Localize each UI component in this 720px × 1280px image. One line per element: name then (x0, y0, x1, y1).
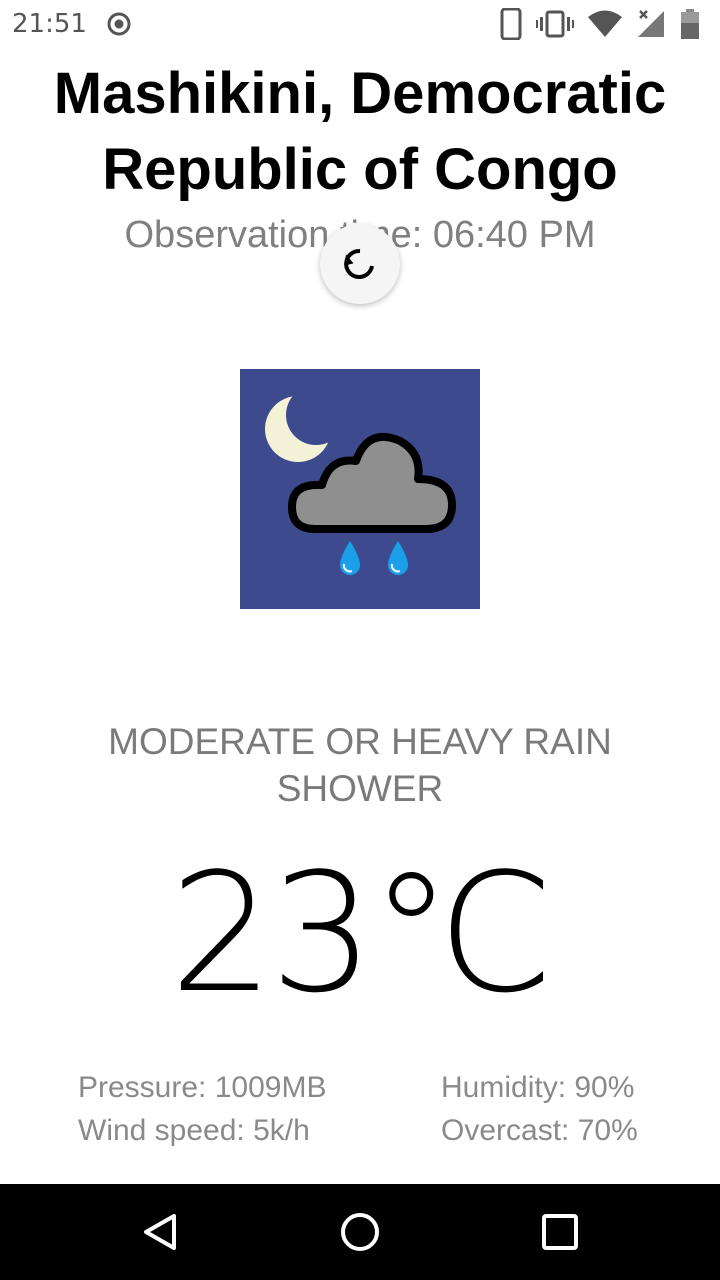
phone-icon (500, 8, 522, 40)
status-time: 21:51 (12, 9, 87, 39)
record-icon (107, 12, 131, 36)
refresh-icon (344, 248, 374, 279)
wind-speed: Wind speed: 5k/h (78, 1114, 310, 1147)
refresh-button[interactable] (320, 224, 400, 304)
humidity: Humidity: 90% (441, 1071, 635, 1104)
signal-icon (638, 10, 664, 37)
overcast: Overcast: 70% (441, 1114, 638, 1147)
night-rain-shower-icon (240, 369, 480, 609)
weather-condition: MODERATE OR HEAVY RAIN SHOWER (108, 721, 612, 809)
back-button[interactable] (136, 1208, 184, 1256)
status-bar: 21:51 (0, 0, 720, 48)
stats-left: Pressure: 1009MB Wind speed: 5k/h (78, 1066, 326, 1152)
status-icons (500, 8, 700, 40)
vibrate-icon (536, 10, 574, 38)
wifi-icon (588, 10, 622, 37)
back-icon (144, 1214, 176, 1250)
pressure: Pressure: 1009MB (78, 1071, 327, 1104)
navigation-bar (0, 1184, 720, 1280)
home-icon (341, 1213, 379, 1251)
recents-icon (542, 1214, 578, 1250)
battery-icon (681, 9, 699, 39)
recents-button[interactable] (536, 1208, 584, 1256)
location-title: Mashikini, Democratic Republic of Congo (53, 61, 667, 202)
home-button[interactable] (336, 1208, 384, 1256)
stats-right: Humidity: 90% Overcast: 70% (441, 1066, 638, 1152)
temperature: 23℃ (169, 838, 555, 1029)
